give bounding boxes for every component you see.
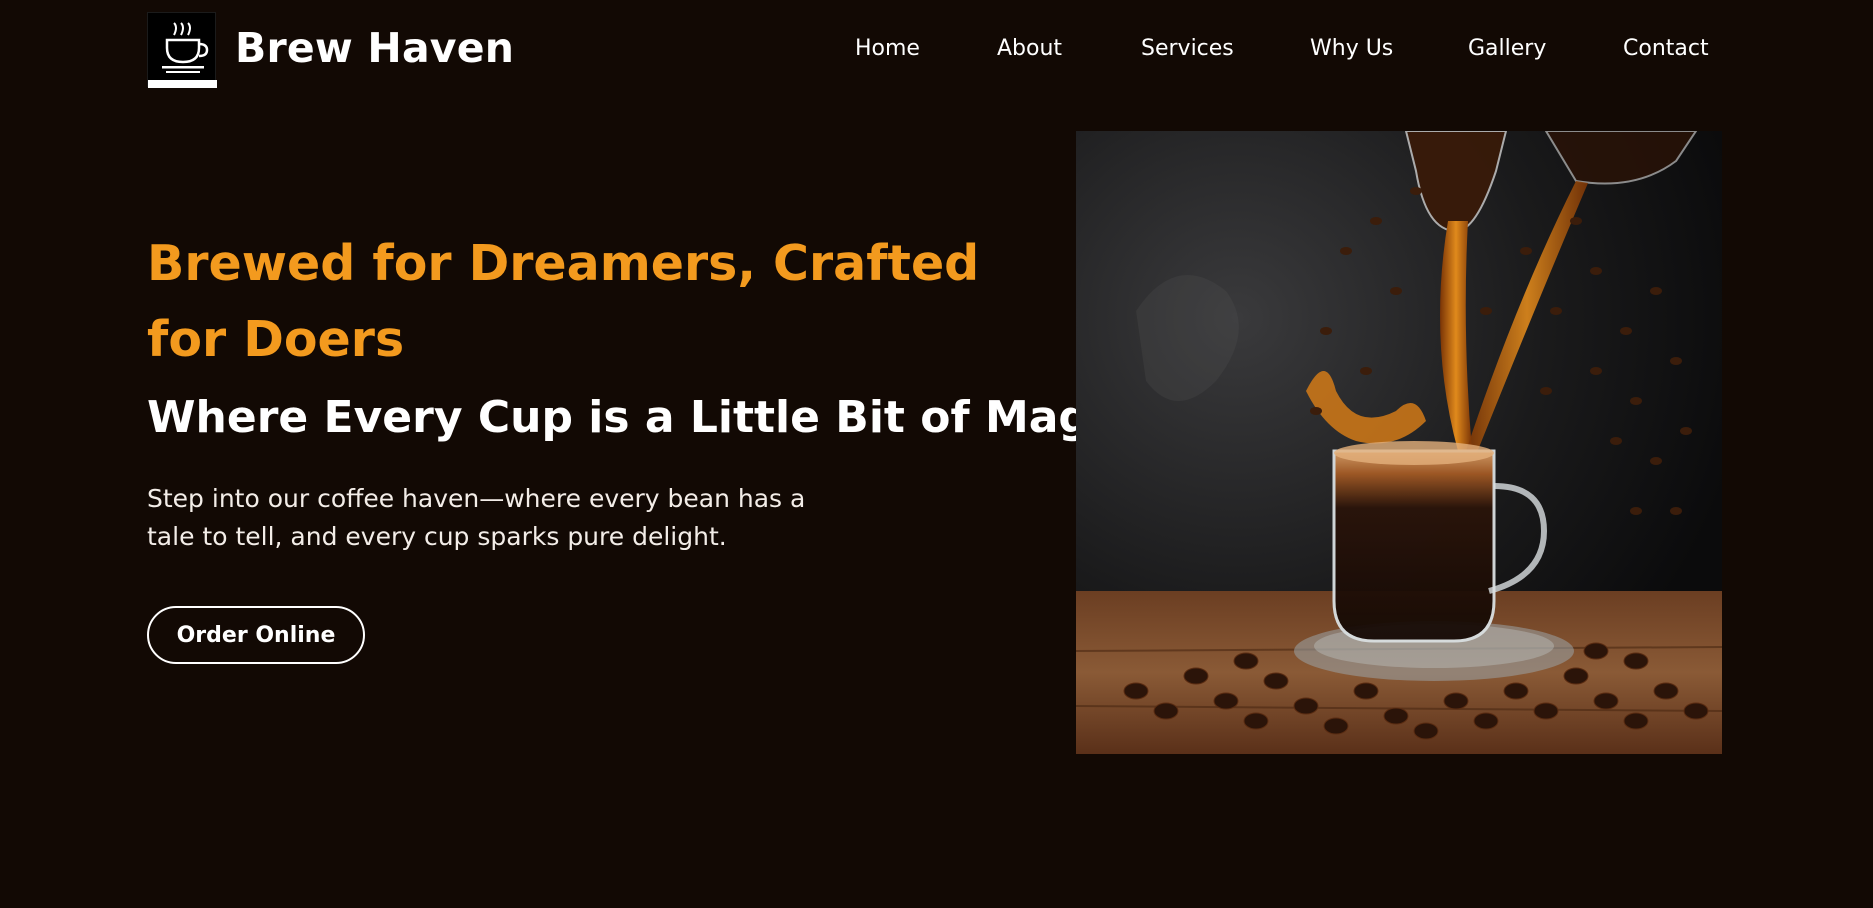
nav-why-us[interactable]: Why Us — [1310, 36, 1393, 61]
main-nav: Home About Services Why Us Gallery Conta… — [0, 36, 1873, 66]
nav-services[interactable]: Services — [1141, 36, 1234, 61]
coffee-pour-image — [1076, 131, 1722, 754]
coffee-pour-illustration — [1076, 131, 1722, 754]
hero-description: Step into our coffee haven—where every b… — [147, 484, 806, 551]
nav-contact[interactable]: Contact — [1623, 36, 1709, 61]
nav-gallery[interactable]: Gallery — [1468, 36, 1546, 61]
nav-about[interactable]: About — [997, 36, 1062, 61]
hero-title: Brewed for Dreamers, Crafted for Doers — [147, 235, 980, 368]
hero-subtitle: Where Every Cup is a Little Bit of Magic — [147, 392, 1132, 443]
nav-home[interactable]: Home — [855, 36, 920, 61]
order-online-button[interactable]: Order Online — [147, 606, 365, 664]
site-header: Brew Haven Home About Services Why Us Ga… — [0, 0, 1873, 100]
